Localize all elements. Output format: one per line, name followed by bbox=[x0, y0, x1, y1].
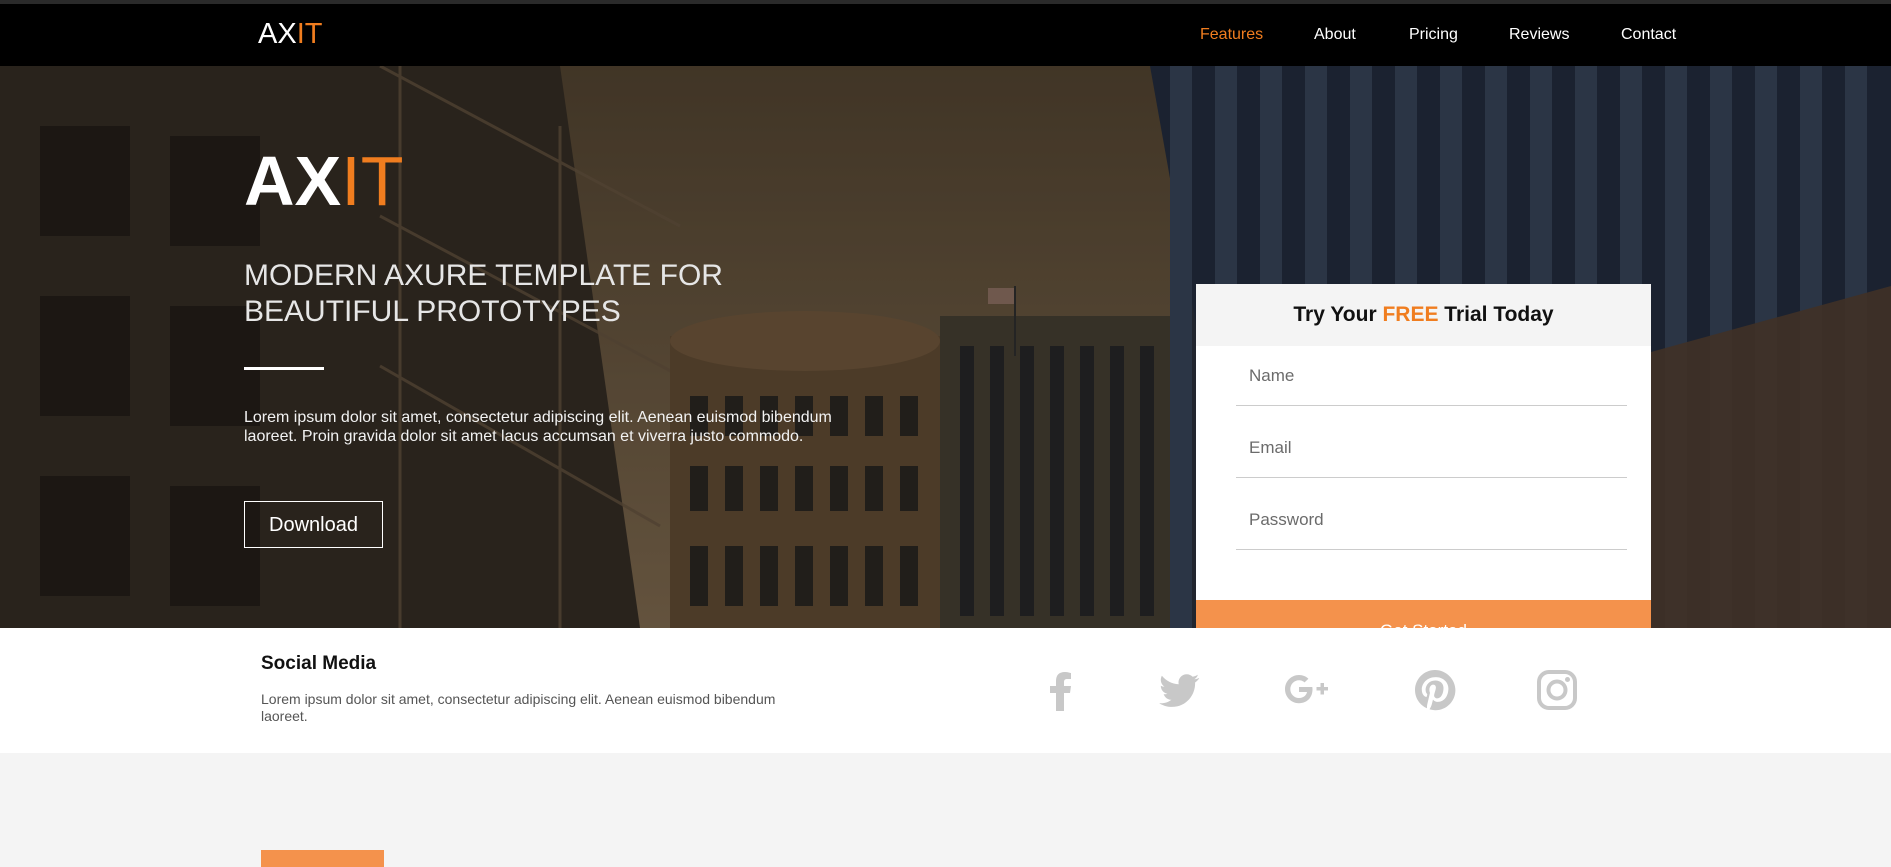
form-heading-pre: Try Your bbox=[1293, 303, 1383, 326]
nav-link-reviews[interactable]: Reviews bbox=[1509, 26, 1569, 44]
nav-links: Features About Pricing Reviews Contact bbox=[0, 26, 1891, 50]
social-media-section: Social Media Lorem ipsum dolor sit amet,… bbox=[0, 628, 1891, 753]
form-heading-free: FREE bbox=[1382, 303, 1439, 326]
download-button[interactable]: Download bbox=[244, 501, 383, 548]
twitter-icon[interactable] bbox=[1153, 665, 1203, 715]
form-heading: Try Your FREE Trial Today bbox=[1196, 284, 1651, 346]
form-heading-post: Trial Today bbox=[1438, 303, 1554, 326]
hero-description: Lorem ipsum dolor sit amet, consectetur … bbox=[244, 409, 832, 445]
section-orange-tab bbox=[261, 850, 384, 867]
trial-signup-form: Try Your FREE Trial Today Get Started bbox=[1196, 284, 1651, 628]
nav-link-contact[interactable]: Contact bbox=[1621, 26, 1676, 44]
hero-title: MODERN AXURE TEMPLATE FOR BEAUTIFUL PROT… bbox=[244, 259, 723, 328]
social-description: Lorem ipsum dolor sit amet, consectetur … bbox=[261, 691, 776, 724]
facebook-icon[interactable] bbox=[1036, 665, 1086, 715]
social-title: Social Media bbox=[261, 653, 377, 674]
hero-logo: AXIT bbox=[244, 146, 403, 216]
navbar: AXIT Features About Pricing Reviews Cont… bbox=[0, 4, 1891, 66]
nav-link-about[interactable]: About bbox=[1314, 26, 1356, 44]
nav-link-pricing[interactable]: Pricing bbox=[1409, 26, 1458, 44]
hero-logo-accent: IT bbox=[341, 142, 404, 220]
nav-link-features[interactable]: Features bbox=[1200, 26, 1263, 44]
name-field[interactable] bbox=[1236, 346, 1627, 406]
hero-section: AXIT MODERN AXURE TEMPLATE FOR BEAUTIFUL… bbox=[0, 66, 1891, 628]
hero-logo-main: AX bbox=[244, 142, 342, 220]
get-started-button[interactable]: Get Started bbox=[1196, 600, 1651, 628]
google-plus-icon[interactable] bbox=[1282, 665, 1332, 715]
email-field[interactable] bbox=[1236, 418, 1627, 478]
instagram-icon[interactable] bbox=[1532, 665, 1582, 715]
pinterest-icon[interactable] bbox=[1410, 665, 1460, 715]
hero-divider bbox=[244, 367, 324, 370]
password-field[interactable] bbox=[1236, 490, 1627, 550]
